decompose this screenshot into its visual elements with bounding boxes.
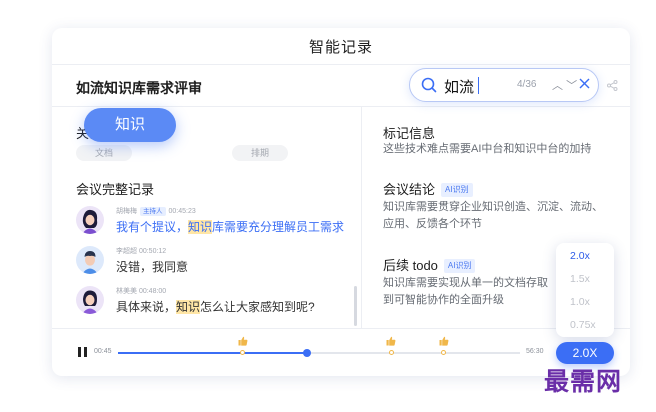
todo-line: 到可智能协作的全面升级 bbox=[383, 294, 504, 306]
player-divider bbox=[52, 328, 630, 329]
toolbar-divider bbox=[52, 106, 630, 107]
host-badge: 主持人 bbox=[140, 207, 166, 216]
speed-option-1-5x[interactable]: 1.5x bbox=[570, 273, 590, 285]
timeline-marker[interactable] bbox=[441, 350, 447, 355]
current-time: 00:45 bbox=[94, 348, 112, 355]
message-text[interactable]: 具体来说，知识怎么让大家感知到呢? bbox=[116, 298, 315, 315]
speaker-name: 林美美 bbox=[116, 288, 137, 295]
conclusion-line: 应用、反馈各个环节 bbox=[383, 218, 482, 230]
total-time: 56:30 bbox=[526, 348, 544, 355]
avatar bbox=[76, 246, 104, 274]
message-text[interactable]: 我有个提议，知识库需要充分理解员工需求 bbox=[116, 218, 344, 235]
message-text-part: 怎么让大家感知到呢? bbox=[200, 300, 315, 314]
message-text-part: 我有个提议， bbox=[116, 220, 189, 234]
message-meta: 林美美 00:48:00 bbox=[116, 286, 166, 296]
transcript-title: 会议完整记录 bbox=[76, 182, 155, 197]
pause-icon[interactable] bbox=[78, 347, 87, 357]
message-text[interactable]: 没错，我同意 bbox=[116, 258, 188, 275]
document-title: 如流知识库需求评审 bbox=[76, 80, 202, 96]
todo-text: 知识库需要实现从单一的文档存取 到可智能协作的全面升级 bbox=[383, 275, 548, 309]
chevron-down-icon[interactable]: ﹀ bbox=[566, 80, 577, 92]
message-text-part: 库需要充分理解员工需求 bbox=[212, 220, 345, 234]
scrollbar[interactable] bbox=[354, 286, 357, 326]
thumbs-up-icon bbox=[439, 336, 449, 346]
timeline-marker[interactable] bbox=[388, 350, 394, 355]
speed-option-1x[interactable]: 1.0x bbox=[570, 296, 590, 308]
search-input[interactable]: 如流 bbox=[444, 76, 474, 97]
marks-text: 这些技术难点需要AI中台和知识中台的加持 bbox=[383, 143, 592, 155]
todo-line: 知识库需要实现从单一的文档存取 bbox=[383, 277, 548, 289]
app-title: 智能记录 bbox=[308, 39, 373, 56]
todo-title: 后续 todo AI识别 bbox=[383, 255, 476, 274]
search-nav: ︿ ﹀ bbox=[552, 77, 577, 93]
keyword-tag-docs[interactable]: 文档 bbox=[76, 145, 132, 161]
header-divider bbox=[52, 64, 630, 65]
message-time: 00:50:12 bbox=[138, 248, 167, 255]
speed-option-0-75x[interactable]: 0.75x bbox=[570, 319, 596, 331]
speed-option-2x[interactable]: 2.0x bbox=[570, 250, 590, 262]
speaker-name: 李超超 bbox=[116, 248, 137, 255]
watermark-logo: 最需网 bbox=[544, 367, 623, 396]
message-text-part: 具体来说， bbox=[116, 300, 177, 314]
progress-track[interactable] bbox=[118, 336, 520, 357]
speaker-name: 胡梅梅 bbox=[116, 208, 137, 215]
conclusion-line: 知识库需要贯穿企业知识创造、沉淀、流动、 bbox=[383, 201, 603, 213]
avatar bbox=[76, 286, 104, 314]
chevron-up-icon[interactable]: ︿ bbox=[552, 80, 563, 92]
message-meta: 胡梅梅 主持人 00:45:23 bbox=[116, 206, 196, 216]
conclusion-text: 知识库需要贯穿企业知识创造、沉淀、流动、 应用、反馈各个环节 bbox=[383, 199, 603, 233]
progress-fill bbox=[118, 352, 307, 354]
search-icon bbox=[421, 77, 437, 93]
search-box[interactable]: 如流 4/36 ︿ ﹀ bbox=[409, 68, 599, 102]
avatar bbox=[76, 206, 104, 234]
share-icon[interactable] bbox=[607, 80, 618, 91]
keyword-tag-knowledge[interactable]: 知识 bbox=[84, 108, 176, 142]
search-result-count: 4/36 bbox=[517, 79, 537, 90]
keyword-tag-schedule[interactable]: 排期 bbox=[232, 145, 288, 161]
message-time: 00:48:00 bbox=[138, 288, 167, 295]
thumbs-up-icon bbox=[386, 336, 396, 346]
thumbs-up-icon bbox=[238, 336, 248, 346]
progress-knob[interactable] bbox=[302, 349, 311, 357]
smart-record-window: 智能记录 如流知识库需求评审 如流 4/36 ︿ ﹀ 关键词 文档 排期 会议完… bbox=[52, 28, 630, 376]
todo-title-text: 后续 todo bbox=[383, 258, 438, 273]
conclusion-title: 会议结论 AI识别 bbox=[383, 179, 473, 198]
search-highlight: 知识 bbox=[188, 220, 213, 234]
ai-badge: AI识别 bbox=[443, 259, 476, 273]
message-time: 00:45:23 bbox=[168, 208, 196, 215]
text-cursor bbox=[478, 77, 479, 94]
timeline-marker[interactable] bbox=[240, 350, 246, 355]
playback-speed-button[interactable]: 2.0X bbox=[556, 342, 614, 364]
search-highlight: 知识 bbox=[176, 300, 201, 314]
conclusion-title-text: 会议结论 bbox=[383, 182, 436, 197]
ai-badge: AI识别 bbox=[441, 183, 473, 197]
marks-title: 标记信息 bbox=[383, 126, 436, 141]
speed-menu: 2.0x 1.5x 1.0x 0.75x bbox=[556, 243, 614, 337]
close-icon[interactable] bbox=[578, 77, 591, 90]
column-divider bbox=[361, 107, 362, 328]
message-meta: 李超超 00:50:12 bbox=[116, 246, 166, 256]
